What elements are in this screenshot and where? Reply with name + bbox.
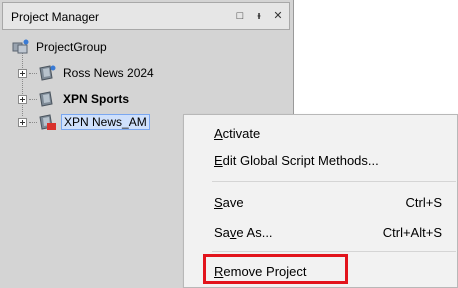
tree-root-label: ProjectGroup bbox=[36, 40, 107, 54]
expand-icon[interactable] bbox=[18, 68, 27, 78]
pin-icon[interactable]: ᵻ bbox=[252, 9, 266, 23]
menu-separator bbox=[212, 181, 456, 182]
menu-item-save-as[interactable]: Sa v e As... Ctrl+Alt+S bbox=[214, 221, 454, 243]
project-ps-icon bbox=[39, 114, 57, 130]
tree-item-xpn-sports[interactable]: XPN Sports bbox=[18, 89, 131, 109]
save-as-shortcut: Ctrl+Alt+S bbox=[382, 224, 442, 240]
tree-item-ross-news-2024[interactable]: Ross News 2024 bbox=[18, 63, 156, 83]
project-group-icon bbox=[12, 39, 30, 55]
menu-item-activate[interactable]: Activate bbox=[214, 122, 454, 144]
tree-item-label: Ross News 2024 bbox=[63, 66, 154, 80]
panel-title: Project Manager bbox=[11, 10, 100, 24]
menu-item-edit-global-script-methods[interactable]: Edit Global Script Methods... bbox=[214, 149, 454, 171]
tree-item-xpn-news-am[interactable]: XPN News_AM bbox=[18, 112, 150, 132]
panel-titlebar: Project Manager □ ᵻ ✕ bbox=[2, 2, 290, 30]
tree-item-label: XPN Sports bbox=[63, 92, 130, 106]
context-menu: Activate Edit Global Script Methods... S… bbox=[183, 114, 458, 288]
tree-root-row[interactable]: ProjectGroup bbox=[12, 37, 109, 57]
restore-icon[interactable]: □ bbox=[233, 9, 247, 23]
close-icon[interactable]: ✕ bbox=[271, 9, 285, 23]
menu-item-remove-project[interactable]: Remove Project bbox=[214, 260, 454, 282]
menu-item-save[interactable]: Save Ctrl+S bbox=[214, 191, 454, 213]
tree-item-label: XPN News_AM bbox=[61, 114, 150, 130]
save-shortcut: Ctrl+S bbox=[405, 194, 442, 210]
project-icon bbox=[39, 91, 57, 107]
project-icon bbox=[39, 65, 57, 81]
menu-separator bbox=[212, 251, 456, 252]
expand-icon[interactable] bbox=[18, 117, 27, 127]
expand-icon[interactable] bbox=[18, 94, 27, 104]
